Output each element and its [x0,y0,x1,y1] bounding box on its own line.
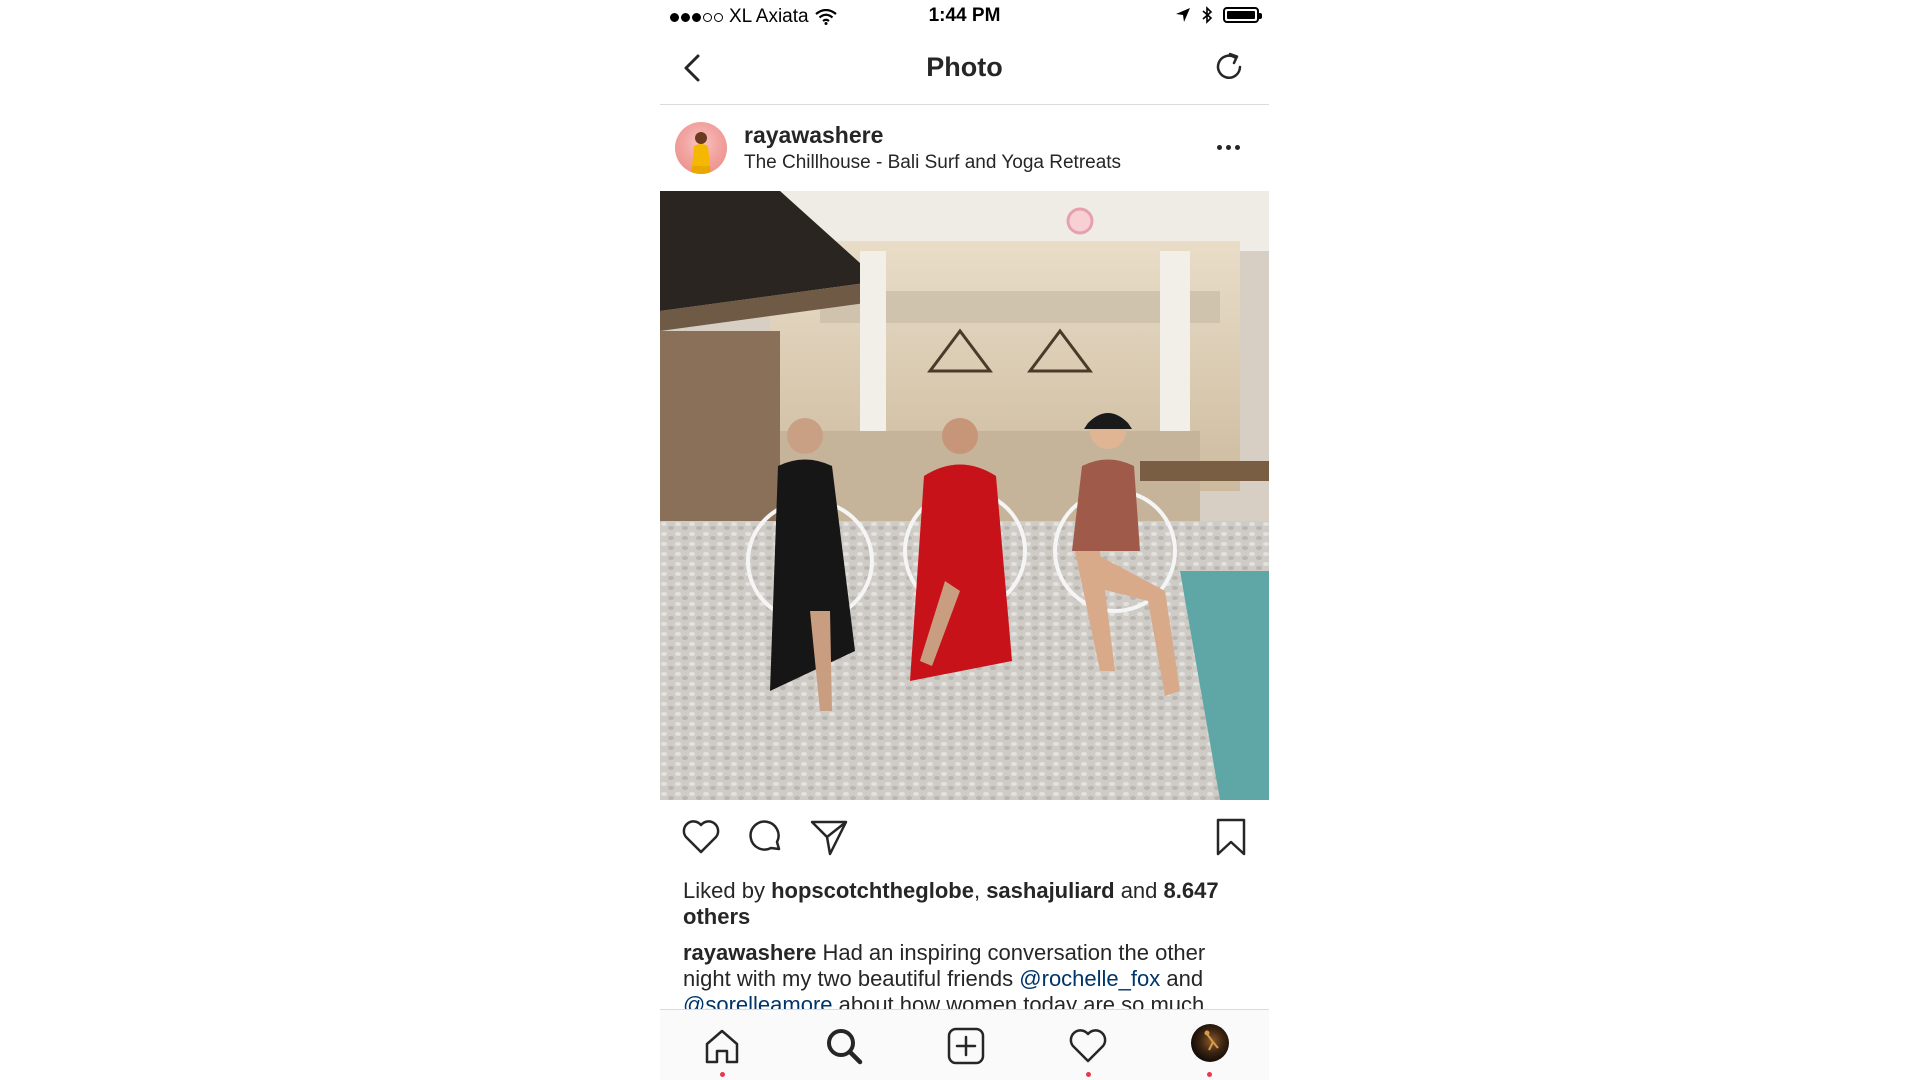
tab-search[interactable] [822,1024,866,1068]
comment-icon [749,820,781,851]
likes-connector: and [1114,878,1164,903]
battery-level [1227,11,1255,19]
caption-text: about how women today are so much [832,992,1205,1010]
tab-home[interactable] [700,1024,744,1068]
profile-avatar [1204,1030,1219,1051]
likes-summary: Liked by hopscotchtheglobe, sashajuliard… [683,878,1253,930]
home-icon [705,1029,739,1064]
caption-author[interactable]: rayawashere [683,940,816,965]
tab-new-post[interactable] [944,1024,988,1068]
tab-activity[interactable] [1066,1024,1110,1068]
bookmark-icon [1216,818,1246,856]
refresh-button[interactable] [1213,50,1247,84]
more-dot-icon [1217,144,1222,150]
search-icon [827,1029,863,1065]
heart-icon [682,820,720,854]
more-dot-icon [1226,144,1231,150]
paper-plane-icon [810,820,848,856]
status-bar: XL Axiata 1:44 PM [660,0,1269,34]
save-button[interactable] [1210,816,1252,858]
caption-mention[interactable]: @rochelle_fox [1019,966,1160,991]
location-arrow-icon [1176,8,1190,22]
avatar[interactable] [675,122,727,174]
liker-link[interactable]: sashajuliard [986,878,1114,903]
add-post-icon [947,1027,985,1065]
post-location[interactable]: The Chillhouse - Bali Surf and Yoga Retr… [744,152,1121,174]
page-title: Photo [926,52,1003,82]
post-header: rayawashere The Chillhouse - Bali Surf a… [660,104,1269,190]
liker-link[interactable]: hopscotchtheglobe [771,878,974,903]
tab-bar [660,1009,1269,1080]
notification-dot [1207,1072,1212,1077]
activity-heart-icon [1069,1029,1107,1063]
like-button[interactable] [680,816,722,858]
post-photo-image [660,191,1269,800]
likes-separator: , [973,878,987,903]
caption-mention[interactable]: @sorelleamore [683,992,833,1010]
instagram-app: XL Axiata 1:44 PM Photo rayawashere The … [660,0,1269,1080]
likes-prefix: Liked by [683,878,772,903]
more-dot-icon [1235,144,1240,150]
post-caption: rayawashere Had an inspiring conversatio… [683,940,1253,1010]
battery-icon [1223,7,1262,23]
avatar-image [691,132,711,174]
more-options-button[interactable] [1217,140,1247,154]
refresh-icon [1216,52,1242,79]
comment-button[interactable] [744,816,786,858]
caption-text: and [1160,966,1204,991]
notification-dot [720,1072,725,1077]
status-right [1175,6,1262,24]
bluetooth-icon [1202,6,1213,24]
post-photo[interactable] [660,191,1269,800]
post-actions [660,816,1269,866]
notification-dot [1086,1072,1091,1077]
post-username[interactable]: rayawashere [744,122,883,149]
nav-bar: Photo [660,34,1269,105]
tab-profile[interactable] [1191,1024,1229,1062]
share-button[interactable] [808,816,850,858]
